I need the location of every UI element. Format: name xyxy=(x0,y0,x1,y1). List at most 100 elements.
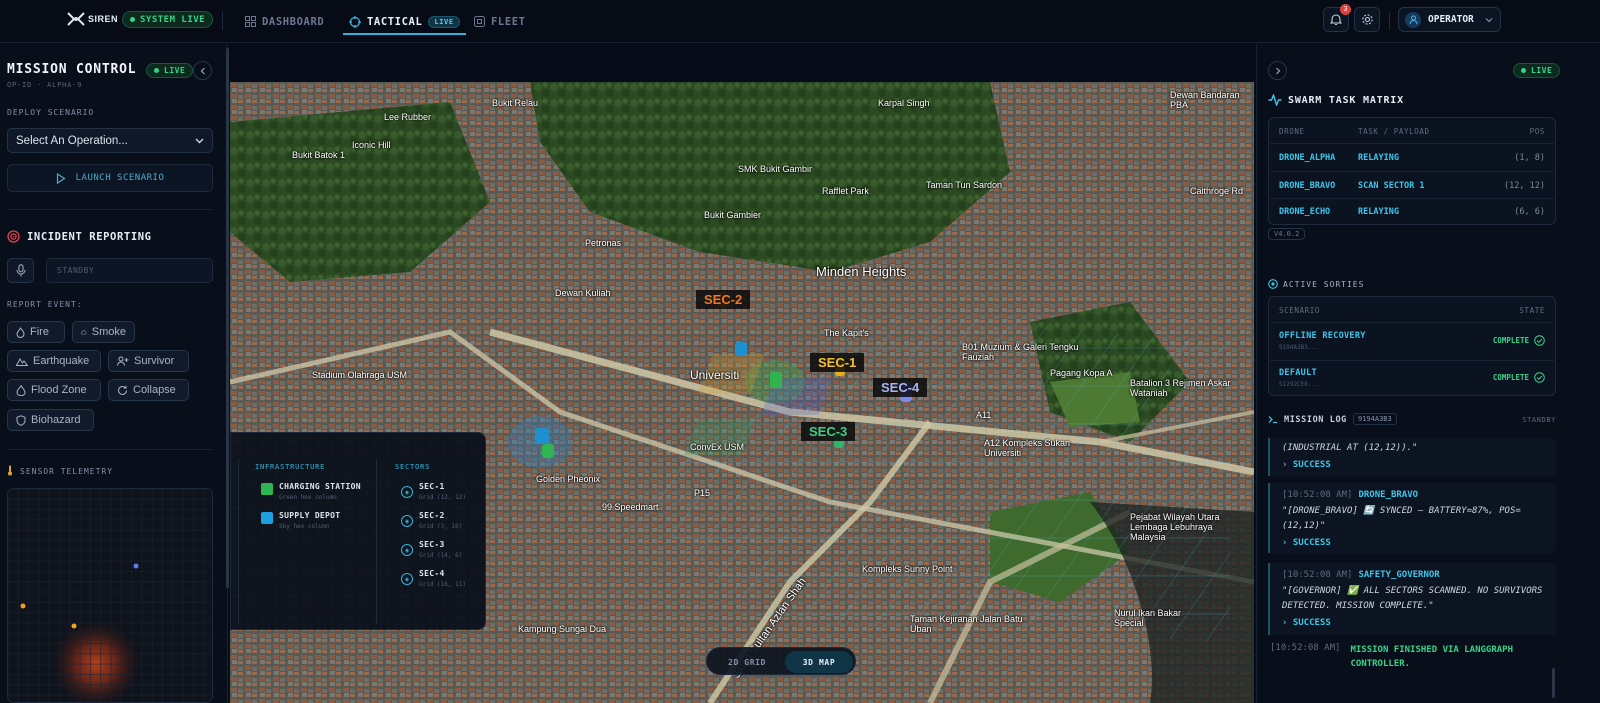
check-circle-icon xyxy=(1534,372,1545,383)
legend-sector-name: SEC-3 xyxy=(419,540,445,549)
legend-infra-title: INFRASTRUCTURE xyxy=(255,463,326,471)
map-place-label: Dewan Kuliah xyxy=(555,288,611,298)
log-entry-timestamp: [10:52:08 AM] xyxy=(1282,490,1353,500)
sortie-name: OFFLINE RECOVERY xyxy=(1279,331,1366,341)
legend-item: SUPPLY DEPOT Sky hex column xyxy=(279,511,340,530)
app-logo[interactable]: SIREN xyxy=(66,10,118,28)
table-row[interactable]: DRONE_ALPHA RELAYING (1, 8) xyxy=(1269,144,1555,171)
column-header: TASK / PAYLOAD xyxy=(1358,127,1430,136)
radar-icon xyxy=(1268,279,1278,289)
event-flood-zone-label: Flood Zone xyxy=(31,384,87,396)
chevron-left-icon xyxy=(200,67,205,74)
thermometer-icon xyxy=(8,465,12,476)
map-place-label: Lee Rubber xyxy=(384,112,432,122)
mission-live-badge: LIVE xyxy=(146,63,194,78)
event-survivor-label: Survivor xyxy=(134,355,175,367)
log-entry-status: › SUCCESS xyxy=(1282,460,1331,470)
map-place-label: Pejabat Wilayah Utara Lembaga Lebuhraya … xyxy=(1130,512,1220,542)
map-place-label: ConvEx USM xyxy=(690,442,745,452)
active-sorties-table: SCENARIO STATE OFFLINE RECOVERY 9194A3B3… xyxy=(1268,296,1556,396)
map-place-label: Karpal Singh xyxy=(878,98,930,108)
map-place-label: Taman Tun Sardon xyxy=(926,180,1003,190)
bell-icon xyxy=(1330,14,1342,25)
legend-sector-name: SEC-4 xyxy=(419,569,445,578)
legend-item: CHARGING STATION Green hex column xyxy=(279,482,361,501)
legend-sector: SEC-3 Grid (14, 6) xyxy=(419,540,462,559)
event-collapse-button[interactable]: Collapse xyxy=(108,379,189,401)
log-entry-header: [10:52:08 AM] SAFETY_GOVERNOR xyxy=(1282,570,1440,580)
legend-sector: SEC-4 Grid (16, 11) xyxy=(419,569,466,588)
live-dot-icon xyxy=(1521,68,1526,73)
tab-fleet[interactable]: FLEET xyxy=(474,0,526,43)
event-flood-zone-button[interactable]: Flood Zone xyxy=(7,379,101,401)
sensor-node-icon xyxy=(133,563,139,569)
version-badge: V4.0.2 xyxy=(1268,228,1306,240)
avatar xyxy=(1405,11,1421,28)
report-event-label: REPORT EVENT: xyxy=(7,300,83,309)
sortie-state-text: COMPLETE xyxy=(1492,373,1529,382)
microphone-button[interactable] xyxy=(7,258,34,283)
sensor-node-icon xyxy=(71,623,77,629)
drone-pos: (1, 8) xyxy=(1514,153,1545,163)
log-entry-message: (INDUSTRIAL AT (12,12))." xyxy=(1282,443,1418,453)
tab-dashboard[interactable]: DASHBOARD xyxy=(245,0,324,43)
collapse-left-button[interactable] xyxy=(193,61,212,80)
legend-sector-name: SEC-1 xyxy=(419,482,445,491)
tab-tactical[interactable]: TACTICAL LIVE xyxy=(343,0,466,43)
live-dot-icon xyxy=(154,68,159,73)
legend-sector: SEC-1 Grid (12, 12) xyxy=(419,482,466,501)
column-header: DRONE xyxy=(1279,127,1305,136)
2d-grid-button[interactable]: 2D GRID xyxy=(711,651,783,673)
operation-select[interactable]: Select An Operation... xyxy=(7,128,213,153)
event-survivor-button[interactable]: Survivor xyxy=(108,350,189,372)
table-row[interactable]: DRONE_BRAVO SCAN SECTOR 1 (12, 12) xyxy=(1269,172,1555,199)
log-scrollbar[interactable] xyxy=(1552,668,1555,698)
terminal-icon xyxy=(1268,416,1277,424)
event-fire-button[interactable]: Fire xyxy=(7,321,65,343)
sortie-row[interactable]: OFFLINE RECOVERY 9194A3B3... COMPLETE xyxy=(1269,323,1555,360)
3d-map-button[interactable]: 3D MAP xyxy=(785,651,853,673)
map-place-label: Kampung Sungai Dua xyxy=(518,624,607,634)
sector-pin-icon: ◉ xyxy=(401,486,413,498)
user-plus-icon xyxy=(117,356,129,366)
event-biohazard-button[interactable]: Biohazard xyxy=(7,409,94,431)
divider xyxy=(7,209,213,210)
telemetry-heatmap xyxy=(8,489,212,702)
event-smoke-button[interactable]: Smoke xyxy=(72,321,135,343)
notifications-button[interactable]: 3 xyxy=(1323,4,1351,32)
sortie-row[interactable]: DEFAULT 51292CE8... COMPLETE xyxy=(1269,361,1555,397)
map-legend: INFRASTRUCTURE SECTORS CHARGING STATION … xyxy=(230,432,486,630)
sector-pin-icon: ◉ xyxy=(401,544,413,556)
map-place-label: Stadium Olahraga USM xyxy=(312,370,408,380)
legend-sectors-title: SECTORS xyxy=(395,463,431,471)
event-earthquake-button[interactable]: Earthquake xyxy=(7,350,101,372)
status-dot-icon xyxy=(130,17,135,22)
left-panel-scrollbar[interactable] xyxy=(226,48,229,588)
map-place-label: Universiti xyxy=(690,368,740,382)
map-place-label: Petronas xyxy=(585,238,622,248)
map-place-label: Minden Heights xyxy=(816,264,907,279)
sector-pin-icon: ◉ xyxy=(401,515,413,527)
sensor-telemetry-grid[interactable] xyxy=(7,488,213,703)
voice-status-field[interactable]: STANDBY xyxy=(46,258,213,283)
siren-logo-icon xyxy=(67,12,85,26)
event-collapse-label: Collapse xyxy=(133,384,176,396)
settings-button[interactable] xyxy=(1354,7,1380,32)
collapse-right-button[interactable] xyxy=(1268,61,1287,80)
charging-station-swatch xyxy=(261,483,273,495)
tab-live-badge: LIVE xyxy=(428,15,460,28)
map-place-label: The Kapit's xyxy=(824,328,869,338)
operation-select-value: Select An Operation... xyxy=(16,134,128,147)
map-place-label: P15 xyxy=(694,488,711,498)
log-entry: (INDUSTRIAL AT (12,12))." › SUCCESS xyxy=(1268,438,1556,476)
user-menu-button[interactable]: OPERATOR xyxy=(1398,7,1501,32)
table-row[interactable]: DRONE_ECHO RELAYING (6, 6) xyxy=(1269,199,1555,226)
tab-tactical-label: TACTICAL xyxy=(367,15,423,28)
mission-log-title: MISSION LOG xyxy=(1284,415,1347,425)
map-place-label: Taman Kejiranan Jalan Batu Uban xyxy=(910,614,1023,634)
legend-item-sub: Sky hex column xyxy=(279,523,330,530)
log-entry-source: DRONE_BRAVO xyxy=(1358,490,1419,500)
launch-scenario-button[interactable]: LAUNCH SCENARIO xyxy=(7,164,213,192)
log-entry-message: "[GOVERNOR] ✅ ALL SECTORS SCANNED. NO SU… xyxy=(1282,586,1543,611)
flame-icon xyxy=(16,326,25,338)
